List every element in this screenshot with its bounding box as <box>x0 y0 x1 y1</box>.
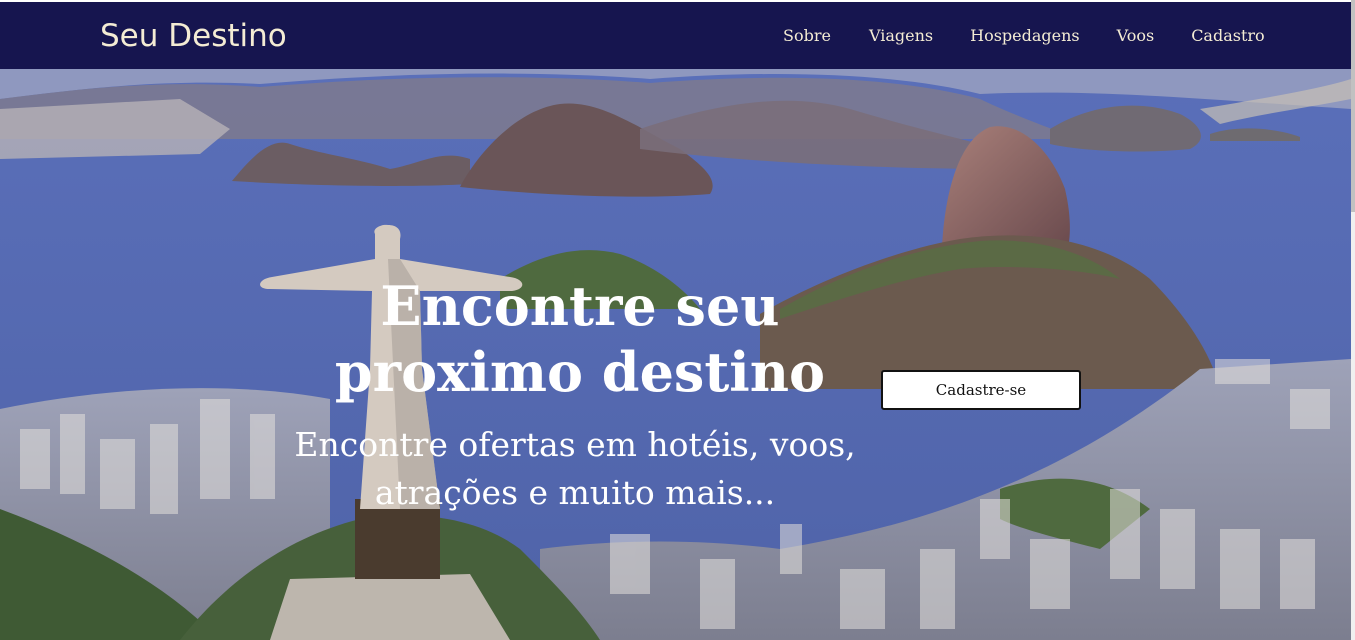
hero-title-line2: proximo destino <box>334 340 826 404</box>
page-scrollbar-thumb[interactable] <box>1351 0 1355 212</box>
nav-link-viagens[interactable]: Viagens <box>869 26 933 45</box>
hero-title: Encontre seu proximo destino <box>300 273 860 405</box>
hero-title-line1: Encontre seu <box>380 274 780 338</box>
hero-subtitle-line2: atrações e muito mais... <box>374 473 776 512</box>
nav-link-hospedagens[interactable]: Hospedagens <box>970 26 1080 45</box>
main-nav: Sobre Viagens Hospedagens Voos Cadastro <box>783 26 1265 45</box>
hero-section: Encontre seu proximo destino Encontre of… <box>0 69 1351 640</box>
nav-link-voos[interactable]: Voos <box>1117 26 1155 45</box>
hero-subtitle: Encontre ofertas em hotéis, voos, atraçõ… <box>270 421 880 517</box>
brand-logo-text[interactable]: Seu Destino <box>100 18 287 54</box>
signup-button[interactable]: Cadastre-se <box>881 370 1081 410</box>
top-navbar: Seu Destino Sobre Viagens Hospedagens Vo… <box>0 0 1351 69</box>
nav-link-cadastro[interactable]: Cadastro <box>1191 26 1264 45</box>
nav-link-sobre[interactable]: Sobre <box>783 26 831 45</box>
hero-subtitle-line1: Encontre ofertas em hotéis, voos, <box>294 425 856 464</box>
